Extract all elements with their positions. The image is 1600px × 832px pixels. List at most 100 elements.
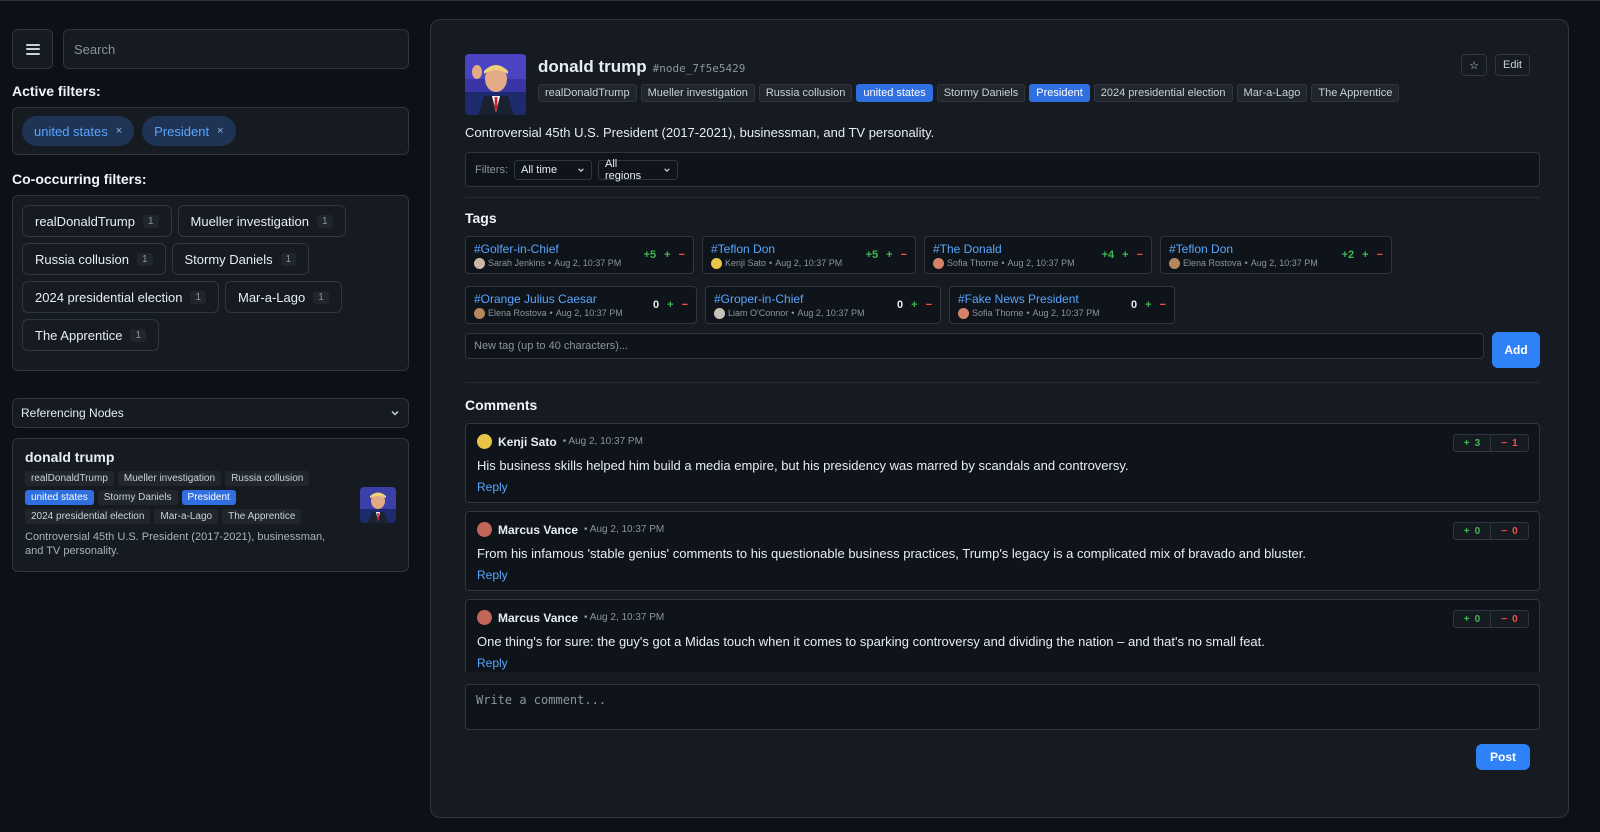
- node-heading: donald trump #node_7f5e5429 realDonaldTr…: [538, 54, 1400, 115]
- referencing-nodes-label: Referencing Nodes: [21, 406, 124, 420]
- downvote-button[interactable]: −0: [1491, 522, 1529, 540]
- tag-name[interactable]: #Golfer-in-Chief: [474, 242, 621, 256]
- comment-input[interactable]: [465, 684, 1540, 730]
- downvote-icon[interactable]: −: [1377, 249, 1383, 261]
- reply-link[interactable]: Reply: [477, 568, 1528, 582]
- minus-icon: −: [1501, 613, 1508, 625]
- co-filter-label: Stormy Daniels: [184, 251, 273, 267]
- tag-name[interactable]: #The Donald: [933, 242, 1075, 256]
- tag-votes: +5 + −: [866, 249, 907, 261]
- time-filter-select[interactable]: All time: [514, 159, 592, 180]
- tag-time: Aug 2, 10:37 PM: [1250, 258, 1318, 268]
- tag-info: #Orange Julius Caesar Elena Rostova • Aug 2…: [474, 292, 623, 319]
- downvote-icon[interactable]: −: [926, 299, 932, 311]
- downvote-icon[interactable]: −: [679, 249, 685, 261]
- ref-tag[interactable]: united states: [25, 490, 94, 505]
- co-filter-chip[interactable]: Mar-a-Lago 1: [225, 281, 342, 313]
- co-filter-label: Mueller investigation: [190, 213, 310, 229]
- ref-tag[interactable]: realDonaldTrump: [25, 471, 114, 486]
- downvote-icon[interactable]: −: [682, 299, 688, 311]
- menu-button[interactable]: [12, 29, 53, 69]
- upvote-icon[interactable]: +: [886, 249, 892, 261]
- node-tag[interactable]: Stormy Daniels: [936, 84, 1026, 102]
- plus-icon: +: [1463, 525, 1470, 537]
- ref-tag[interactable]: Russia collusion: [225, 471, 310, 486]
- upvote-button[interactable]: +3: [1453, 434, 1491, 452]
- meta-separator: •: [769, 258, 773, 268]
- close-icon[interactable]: ×: [116, 125, 122, 137]
- upvote-icon[interactable]: +: [1362, 249, 1368, 261]
- add-tag-button[interactable]: Add: [1492, 332, 1540, 368]
- comment-text: One thing's for sure: the guy's got a Mi…: [477, 634, 1265, 649]
- active-filter-chip[interactable]: President ×: [142, 116, 236, 146]
- upvote-icon[interactable]: +: [1145, 299, 1151, 311]
- downvote-icon[interactable]: −: [901, 249, 907, 261]
- node-description: Controversial 45th U.S. President (2017-…: [465, 125, 935, 140]
- node-tag[interactable]: realDonaldTrump: [538, 84, 637, 102]
- tag-score: 0: [897, 299, 904, 311]
- upvote-icon[interactable]: +: [911, 299, 917, 311]
- downvote-icon[interactable]: −: [1137, 249, 1143, 261]
- tag-name[interactable]: #Groper-in-Chief: [714, 292, 864, 306]
- co-filter-chip[interactable]: realDonaldTrump 1: [22, 205, 172, 237]
- co-filter-chip[interactable]: Mueller investigation 1: [177, 205, 346, 237]
- close-icon[interactable]: ×: [217, 125, 223, 137]
- upvote-icon[interactable]: +: [667, 299, 673, 311]
- node-tag[interactable]: united states: [856, 84, 933, 102]
- new-tag-input[interactable]: [465, 333, 1484, 359]
- tag-name[interactable]: #Orange Julius Caesar: [474, 292, 623, 306]
- tag-info: #The Donald Sofia Thorne • Aug 2, 10:37 PM: [933, 242, 1075, 269]
- comment-author: Marcus Vance: [498, 522, 579, 537]
- comment: Kenji Sato • Aug 2, 10:37 PM His business …: [465, 423, 1540, 503]
- tag-votes: +5 + −: [644, 249, 685, 261]
- downvote-button[interactable]: −0: [1491, 610, 1529, 628]
- tag-name[interactable]: #Teflon Don: [1169, 242, 1318, 256]
- tag-info: #Fake News President Sofia Thorne • Aug 2, …: [958, 292, 1100, 319]
- edit-button[interactable]: Edit: [1495, 54, 1530, 76]
- node-tag[interactable]: Mueller investigation: [640, 84, 755, 102]
- co-filter-chip[interactable]: 2024 presidential election 1: [22, 281, 219, 313]
- ref-tag[interactable]: Stormy Daniels: [97, 490, 178, 505]
- tag-votes: 0 + −: [1131, 299, 1166, 311]
- meta-separator: •: [549, 308, 553, 318]
- downvote-button[interactable]: −1: [1491, 434, 1529, 452]
- node-tag[interactable]: The Apprentice: [1311, 84, 1400, 102]
- upvote-icon[interactable]: +: [1122, 249, 1128, 261]
- tag-name[interactable]: #Teflon Don: [711, 242, 842, 256]
- referencing-nodes-select[interactable]: Referencing Nodes: [12, 398, 409, 428]
- upvote-count: 0: [1474, 613, 1481, 625]
- ref-tag[interactable]: Mueller investigation: [117, 471, 222, 486]
- node-tag[interactable]: 2024 presidential election: [1093, 84, 1233, 102]
- co-filter-label: The Apprentice: [35, 327, 123, 343]
- node-tag[interactable]: President: [1029, 84, 1090, 102]
- co-filter-label: Mar-a-Lago: [238, 289, 306, 305]
- ref-tag[interactable]: Mar-a-Lago: [154, 509, 219, 524]
- ref-tag[interactable]: The Apprentice: [222, 509, 302, 524]
- node-tag[interactable]: Mar-a-Lago: [1236, 84, 1308, 102]
- node-tag[interactable]: Russia collusion: [758, 84, 853, 102]
- reply-link[interactable]: Reply: [477, 480, 1528, 494]
- co-filter-chip[interactable]: The Apprentice 1: [22, 319, 160, 351]
- co-filter-count: 1: [280, 252, 297, 266]
- ref-tag[interactable]: 2024 presidential election: [25, 509, 151, 524]
- tag-info: #Groper-in-Chief Liam O'Connor • Aug 2, 10:…: [714, 292, 864, 319]
- post-comment-button[interactable]: Post: [1476, 744, 1530, 770]
- upvote-icon[interactable]: +: [664, 249, 670, 261]
- upvote-button[interactable]: +0: [1453, 610, 1491, 628]
- star-button[interactable]: ☆: [1461, 54, 1487, 76]
- region-filter-select[interactable]: All regions: [598, 158, 678, 182]
- ref-tag[interactable]: President: [181, 490, 236, 505]
- active-filter-chip[interactable]: united states ×: [22, 116, 135, 146]
- co-filter-chip[interactable]: Stormy Daniels 1: [171, 243, 310, 275]
- tags-grid: #Golfer-in-Chief Sarah Jenkins • Aug 2, 10:…: [465, 236, 1540, 336]
- user-avatar-icon: [474, 257, 485, 269]
- referencing-node-card[interactable]: donald trump realDonaldTrump Mueller inve…: [12, 438, 409, 572]
- co-filter-chip[interactable]: Russia collusion 1: [22, 243, 166, 275]
- search-input[interactable]: [63, 29, 409, 69]
- tag-row: #Orange Julius Caesar Elena Rostova • Aug 2…: [465, 286, 1540, 324]
- tag-name[interactable]: #Fake News President: [958, 292, 1100, 306]
- meta-separator: •: [1001, 258, 1005, 268]
- reply-link[interactable]: Reply: [477, 656, 1528, 670]
- upvote-button[interactable]: +0: [1453, 522, 1491, 540]
- downvote-icon[interactable]: −: [1160, 299, 1166, 311]
